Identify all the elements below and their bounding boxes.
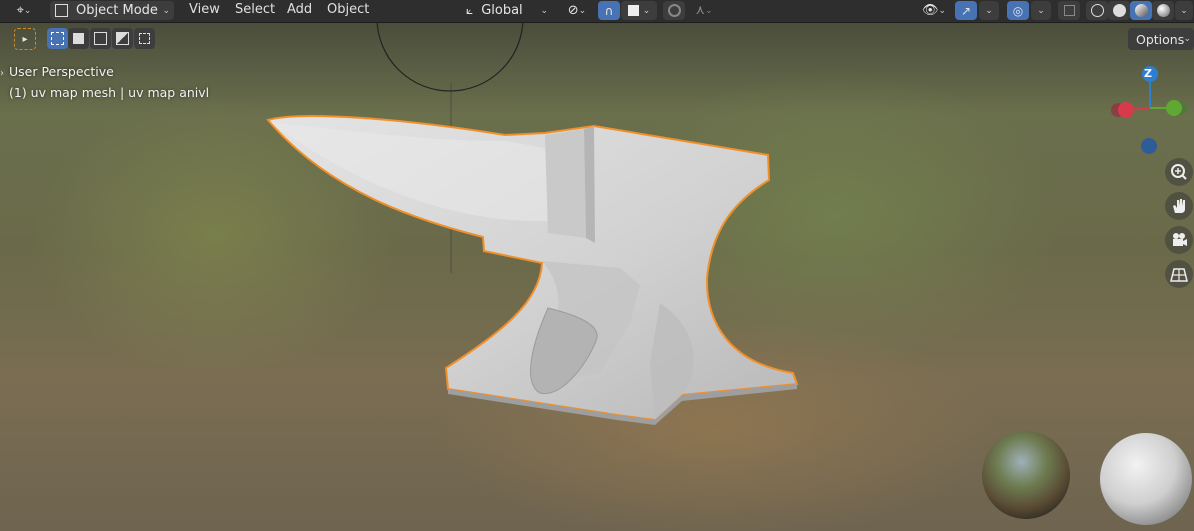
snap-icon: ∩ xyxy=(604,3,614,18)
menu-select[interactable]: Select xyxy=(235,2,275,17)
zoom-icon[interactable] xyxy=(1165,158,1193,186)
chevron-down-icon: ⌄ xyxy=(162,5,170,16)
chevron-down-icon: ⌄ xyxy=(540,5,548,16)
perspective-label: User Perspective xyxy=(9,64,114,79)
proportional-falloff-dropdown[interactable]: ⋏ ⌄ xyxy=(688,1,720,20)
select-difference-icon xyxy=(116,32,129,45)
menu-view[interactable]: View xyxy=(189,2,220,17)
select-subtract-icon xyxy=(94,32,107,45)
proportional-edit-toggle[interactable] xyxy=(663,1,685,20)
sidebar-toggle-icon[interactable]: › xyxy=(0,68,4,79)
wireframe-shading-icon xyxy=(1090,4,1104,17)
tool-settings-bar: ▸ Options ⌄ xyxy=(0,23,1194,53)
anvil-mesh[interactable] xyxy=(266,115,799,425)
menu-object[interactable]: Object xyxy=(327,2,369,17)
select-mode-subtract[interactable] xyxy=(90,28,111,49)
gizmo-toggle[interactable]: ↗ xyxy=(955,1,977,20)
menu-add[interactable]: Add xyxy=(287,2,312,17)
select-mode-new[interactable] xyxy=(47,28,68,49)
select-mode-extend[interactable] xyxy=(68,28,89,49)
solid-shading-button[interactable] xyxy=(1108,1,1130,20)
select-new-icon xyxy=(51,32,64,45)
transform-orientation-label: Global xyxy=(481,3,523,18)
transform-orientation-dropdown[interactable]: ⟀ Global ⌄ xyxy=(462,1,552,20)
mode-label: Object Mode xyxy=(76,3,158,18)
active-object-label: (1) uv map mesh | uv map anivl xyxy=(9,85,210,100)
hdri-preview-sphere xyxy=(982,431,1070,519)
options-dropdown[interactable]: Options ⌄ xyxy=(1128,28,1194,50)
material-preview-sphere xyxy=(1100,433,1192,525)
material-shading-button[interactable] xyxy=(1130,1,1152,20)
snap-target-dropdown[interactable]: ⌄ xyxy=(621,1,657,20)
object-mode-icon xyxy=(55,4,68,17)
rendered-shading-icon xyxy=(1156,4,1170,17)
gizmo-y-axis[interactable] xyxy=(1166,100,1182,116)
visibility-icon: 👁 xyxy=(921,3,939,18)
select-mode-difference[interactable] xyxy=(112,28,133,49)
select-mode-intersect[interactable] xyxy=(134,28,155,49)
proportional-falloff-icon: ⋏ xyxy=(695,3,705,18)
gizmo-neg-z-axis[interactable] xyxy=(1141,138,1157,154)
overlay-toggle[interactable]: ◎ xyxy=(1007,1,1029,20)
gizmo-x-axis[interactable] xyxy=(1118,102,1134,118)
xray-icon xyxy=(1063,5,1075,16)
shading-dropdown[interactable]: ⌄ xyxy=(1175,1,1193,20)
proportional-edit-icon xyxy=(667,4,681,17)
snap-increment-icon xyxy=(627,5,639,16)
xray-toggle[interactable] xyxy=(1058,1,1080,20)
wireframe-shading-button[interactable] xyxy=(1086,1,1108,20)
pivot-icon: ⊘ xyxy=(567,3,579,18)
editor-type-button[interactable]: ⌖ ⌄ xyxy=(4,1,44,20)
ortho-grid-icon[interactable] xyxy=(1165,260,1193,288)
options-label: Options xyxy=(1136,31,1185,47)
camera-icon[interactable] xyxy=(1165,226,1193,254)
material-shading-icon xyxy=(1134,4,1148,17)
cursor-icon: ▸ xyxy=(22,33,28,45)
overlay-icon: ◎ xyxy=(1012,3,1024,18)
viewport-header: ⌖ ⌄ Object Mode ⌄ View Select Add Object … xyxy=(0,0,1194,23)
rendered-shading-button[interactable] xyxy=(1152,1,1174,20)
gizmo-icon: ↗ xyxy=(960,3,972,18)
transform-orientation-icon: ⟀ xyxy=(466,3,474,17)
solid-shading-icon xyxy=(1112,4,1126,17)
gizmo-dropdown[interactable]: ⌄ xyxy=(979,1,999,20)
select-extend-icon xyxy=(73,33,84,44)
gizmo-z-label: Z xyxy=(1144,67,1152,80)
visibility-dropdown[interactable]: 👁 ⌄ xyxy=(916,1,952,20)
snap-toggle[interactable]: ∩ xyxy=(598,1,620,20)
select-intersect-icon xyxy=(139,33,150,44)
3d-viewport[interactable]: User Perspective (1) uv map mesh | uv ma… xyxy=(0,23,1194,531)
overlay-dropdown[interactable]: ⌄ xyxy=(1031,1,1051,20)
pan-hand-icon[interactable] xyxy=(1165,192,1193,220)
chevron-down-icon: ⌄ xyxy=(23,5,32,16)
chevron-down-icon: ⌄ xyxy=(1183,34,1191,44)
mode-selector[interactable]: Object Mode ⌄ xyxy=(50,1,174,20)
pivot-point-dropdown[interactable]: ⊘ ⌄ xyxy=(560,1,594,20)
select-tool-button[interactable]: ▸ xyxy=(14,28,36,50)
editor-type-icon: ⌖ xyxy=(16,3,24,18)
